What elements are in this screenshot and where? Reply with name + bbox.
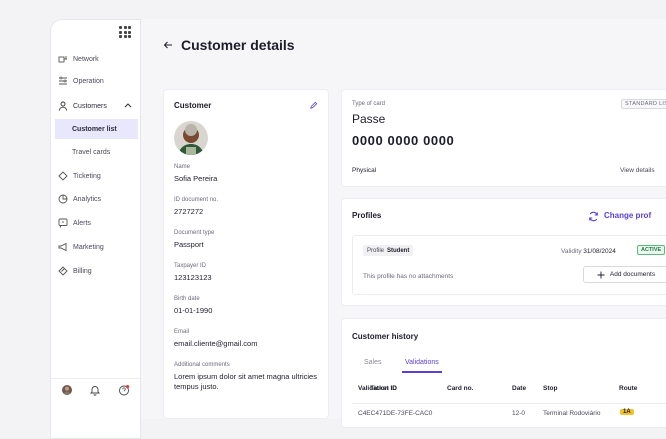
- sidebar-item-network[interactable]: Network: [51, 50, 140, 68]
- column-header-card-no: Card no.: [447, 385, 474, 392]
- analytics-icon: [58, 194, 68, 204]
- field-label-additional-comments: Additional comments: [174, 362, 230, 368]
- customer-card: Customer Name Sofia Pereira ID document …: [163, 89, 329, 419]
- field-value-additional-comments: Lorem ipsum dolor sit amet magna ultrici…: [174, 372, 317, 391]
- apps-grid-icon[interactable]: [119, 26, 131, 38]
- field-value-birth-date: 01-01-1990: [174, 306, 213, 315]
- profiles-title: Profiles: [352, 211, 382, 220]
- user-avatar-icon[interactable]: [61, 384, 73, 396]
- sidebar-item-analytics[interactable]: Analytics: [51, 190, 140, 208]
- profile-key: Profile: [367, 247, 385, 254]
- validity-label: Validity: [561, 248, 582, 255]
- billing-icon: [58, 266, 68, 276]
- view-details-link[interactable]: View details: [620, 167, 655, 174]
- sidebar-item-customers[interactable]: Customers: [51, 97, 140, 115]
- field-label-taxpayer-id: Taxpayer ID: [174, 263, 207, 269]
- network-icon: [58, 56, 67, 63]
- field-value-id-document: 2727272: [174, 207, 204, 216]
- add-documents-label: Add documents: [609, 271, 656, 278]
- sidebar-item-label: Network: [73, 55, 99, 63]
- card-format: Physical: [352, 167, 377, 174]
- history-title: Customer history: [352, 332, 419, 341]
- sidebar-item-label: Operation: [73, 77, 104, 85]
- card-standard-badge: STANDARD LIS: [621, 99, 666, 109]
- travel-card-panel: Type of card STANDARD LIS Passe 0000 000…: [341, 89, 666, 187]
- field-value-name: Sofia Pereira: [174, 174, 218, 183]
- change-profile-button[interactable]: Change prof: [589, 211, 652, 222]
- sidebar-item-ticketing[interactable]: Ticketing: [51, 167, 140, 185]
- sidebar-subitem-travel-cards[interactable]: Travel cards: [55, 142, 138, 162]
- column-header-route: Route: [619, 385, 638, 392]
- customers-icon: [59, 101, 67, 111]
- column-header-stop: Stop: [543, 385, 558, 392]
- edit-pencil-icon[interactable]: [309, 101, 318, 110]
- sidebar-item-label: Billing: [73, 267, 92, 275]
- sidebar-item-label: Ticketing: [73, 172, 101, 180]
- sidebar-item-operation[interactable]: Operation: [51, 72, 140, 90]
- field-label-email: Email: [174, 329, 190, 335]
- sidebar-item-alerts[interactable]: Alerts: [51, 214, 140, 232]
- sidebar-item-label: Alerts: [73, 219, 91, 227]
- operation-icon: [59, 76, 67, 85]
- field-value-document-type: Passport: [174, 240, 204, 249]
- customer-history-card: Customer history Sales Validations Valid…: [341, 318, 666, 428]
- sidebar-item-label: Analytics: [73, 195, 102, 203]
- sidebar: Network Operation Customers Customer lis…: [50, 19, 141, 439]
- profile-pill: Profile Student: [363, 245, 414, 256]
- ticketing-icon: [58, 171, 68, 181]
- sidebar-item-marketing[interactable]: Marketing: [51, 238, 140, 256]
- back-arrow-icon[interactable]: [163, 40, 173, 50]
- profile-value: Student: [387, 247, 410, 254]
- column-header-date: Date: [512, 385, 527, 392]
- row-date: 12-0: [512, 410, 526, 417]
- validity-date: 31/08/2024: [583, 248, 616, 255]
- no-attachments-text: This profile has no attachments: [363, 273, 454, 280]
- add-documents-button[interactable]: Add documents: [583, 266, 666, 283]
- column-header-ticket-id: Ticket ID: [370, 385, 397, 392]
- field-value-taxpayer-id: 123123123: [174, 273, 212, 282]
- card-type-label: Type of card: [352, 101, 386, 107]
- row-validation-id: C4EC471DE-73FE-CAC0: [358, 410, 433, 417]
- bell-icon[interactable]: [89, 384, 101, 396]
- row-stop: Terminal Rodoviário: [543, 410, 601, 417]
- field-value-email: email.cliente@gmail.com: [174, 339, 258, 348]
- profiles-card: Profiles Change prof Profile Student Val…: [341, 198, 666, 306]
- field-label-birth-date: Birth date: [174, 296, 200, 302]
- change-profile-label: Change prof: [604, 211, 652, 220]
- profile-validity: Validity 31/08/2024: [561, 248, 616, 255]
- active-tab-indicator: [402, 371, 442, 373]
- sidebar-subitem-customer-list[interactable]: Customer list: [55, 119, 138, 139]
- card-type-name: Passe: [352, 112, 386, 126]
- sidebar-item-label: Customers: [73, 102, 107, 110]
- help-icon[interactable]: [118, 384, 130, 396]
- profile-entry: Profile Student Validity 31/08/2024 ACTI…: [352, 235, 666, 295]
- alerts-icon: [58, 218, 68, 228]
- sidebar-divider: [51, 378, 140, 379]
- sidebar-item-billing[interactable]: Billing: [51, 262, 140, 280]
- status-badge: ACTIVE: [637, 245, 666, 255]
- plus-icon: [597, 271, 605, 278]
- chevron-up-icon[interactable]: [124, 102, 132, 108]
- tab-validations[interactable]: Validations: [405, 359, 439, 366]
- route-badge: 1A: [620, 409, 634, 415]
- marketing-icon: [58, 242, 67, 252]
- customer-card-title: Customer: [174, 101, 212, 110]
- card-number: 0000 0000 0000: [352, 133, 455, 148]
- field-label-name: Name: [174, 164, 191, 170]
- customer-avatar: [174, 121, 208, 155]
- sidebar-item-label: Marketing: [73, 243, 104, 251]
- field-label-document-type: Document type: [174, 230, 215, 236]
- field-label-id-document: ID document no.: [174, 197, 219, 203]
- table-divider: [352, 403, 666, 404]
- refresh-icon: [589, 211, 598, 222]
- page-title: Customer details: [181, 37, 295, 53]
- tab-sales[interactable]: Sales: [364, 359, 382, 366]
